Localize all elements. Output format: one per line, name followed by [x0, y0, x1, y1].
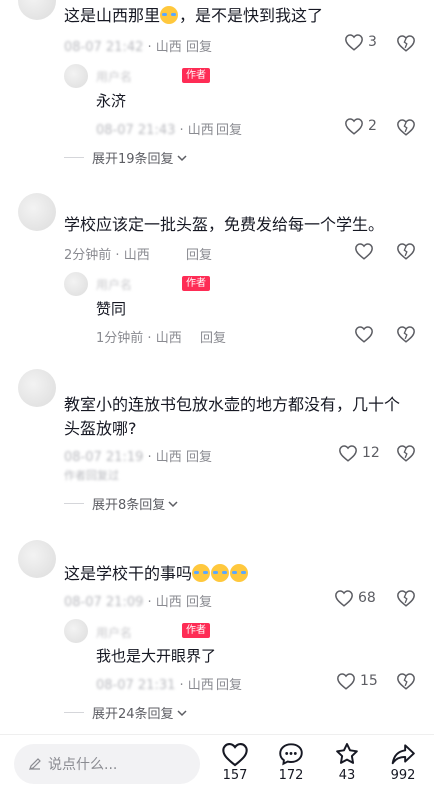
like-button[interactable]: 12	[338, 444, 380, 462]
dislike-heart-icon[interactable]	[396, 325, 416, 343]
reply-button[interactable]: 回复	[186, 446, 212, 465]
dislike-heart-icon[interactable]	[396, 242, 416, 260]
comment-input-placeholder: 说点什么...	[48, 757, 118, 773]
pencil-icon	[29, 758, 41, 770]
share-count: 992	[390, 768, 416, 783]
comment-meta: 08-07 21:42 · 山西	[64, 40, 182, 55]
comment-text: 学校应该定一批头盔，免费发给每一个学生。	[64, 215, 385, 234]
like-button[interactable]: 2	[344, 117, 377, 135]
comment-text: 这是山西那里 ，是不是快到我这了	[64, 6, 324, 25]
comment-text: 这是学校干的事吗	[64, 562, 249, 586]
dislike-heart-icon[interactable]	[396, 118, 416, 136]
reply-text: 我也是大开眼界了	[96, 647, 217, 665]
laugh-cry-emoji-icon	[211, 564, 230, 582]
heart-icon	[222, 743, 248, 767]
heart-icon	[337, 673, 355, 690]
heart-icon[interactable]	[354, 242, 374, 260]
astonished-emoji-icon	[160, 6, 179, 24]
reply-button[interactable]: 回复	[186, 244, 212, 263]
dislike-heart-icon[interactable]	[396, 672, 416, 690]
like-video-button[interactable]: 157	[215, 741, 255, 783]
heart-icon	[339, 445, 357, 462]
laugh-cry-emoji-icon	[230, 564, 249, 582]
star-icon	[336, 743, 358, 764]
reply-username[interactable]: 用户名	[96, 68, 132, 85]
reply-avatar[interactable]	[64, 272, 88, 296]
reply-meta: 1分钟前 · 山西	[96, 331, 182, 346]
heart-icon	[345, 118, 363, 135]
like-button[interactable]: 15	[336, 672, 378, 690]
like-count: 68	[358, 590, 376, 606]
chevron-down-icon	[177, 709, 187, 716]
reply-avatar[interactable]	[64, 619, 88, 643]
share-button[interactable]: 992	[383, 741, 423, 783]
comment-count: 172	[278, 768, 304, 783]
reply-button[interactable]: 回复	[186, 36, 212, 55]
like-count: 12	[362, 445, 380, 461]
comment-meta: 08-07 21:09 · 山西	[64, 595, 182, 610]
expand-replies-button[interactable]: 展开24条回复	[64, 703, 188, 722]
reply-meta: 08-07 21:43 · 山西	[96, 123, 214, 138]
comment-avatar[interactable]	[18, 369, 56, 407]
author-badge: 作者	[182, 68, 210, 83]
comment-meta: 2分钟前 · 山西	[64, 248, 150, 263]
reply-text: 赞同	[96, 300, 127, 318]
like-count: 3	[368, 34, 377, 50]
reply-button[interactable]: 回复	[216, 119, 242, 138]
reply-meta: 08-07 21:31 · 山西	[96, 678, 214, 693]
comment-meta: 08-07 21:19 · 山西	[64, 450, 182, 465]
like-button[interactable]: 3	[344, 33, 377, 51]
laugh-cry-emoji-icon	[192, 564, 211, 582]
dislike-heart-icon[interactable]	[396, 589, 416, 607]
reply-text: 永济	[96, 92, 127, 110]
bottom-action-bar: 说点什么... 157 172 43 992	[0, 734, 434, 800]
dislike-heart-icon[interactable]	[396, 34, 416, 52]
comment-input[interactable]: 说点什么...	[14, 744, 200, 784]
comment-avatar[interactable]	[18, 0, 56, 20]
reply-button[interactable]: 回复	[186, 591, 212, 610]
like-button[interactable]: 68	[334, 589, 376, 607]
comment-icon	[279, 743, 303, 766]
like-count: 15	[360, 673, 378, 689]
comment-text: 教室小的连放书包放水壶的地方都没有，几十个头盔放哪?	[64, 395, 401, 438]
chevron-down-icon	[168, 500, 178, 507]
dislike-heart-icon[interactable]	[396, 444, 416, 462]
author-badge: 作者	[182, 276, 210, 291]
reply-button[interactable]: 回复	[216, 674, 242, 693]
reply-username[interactable]: 用户名	[96, 624, 132, 641]
heart-icon	[335, 590, 353, 607]
comment-avatar[interactable]	[18, 540, 56, 578]
author-replied-tag: 作者回复过	[64, 469, 119, 482]
favorite-button[interactable]: 43	[327, 741, 367, 783]
heart-icon[interactable]	[354, 325, 374, 343]
like-count: 157	[222, 768, 248, 783]
reply-button[interactable]: 回复	[200, 327, 226, 346]
expand-replies-button[interactable]: 展开8条回复	[64, 494, 179, 513]
like-count: 2	[368, 118, 377, 134]
reply-avatar[interactable]	[64, 64, 88, 88]
heart-icon	[345, 34, 363, 51]
share-icon	[391, 744, 415, 765]
expand-replies-button[interactable]: 展开19条回复	[64, 148, 188, 167]
comment-button[interactable]: 172	[271, 741, 311, 783]
reply-username[interactable]: 用户名	[96, 276, 132, 293]
favorite-count: 43	[338, 768, 356, 783]
chevron-down-icon	[177, 154, 187, 161]
author-badge: 作者	[182, 623, 210, 638]
comment-avatar[interactable]	[18, 193, 56, 231]
